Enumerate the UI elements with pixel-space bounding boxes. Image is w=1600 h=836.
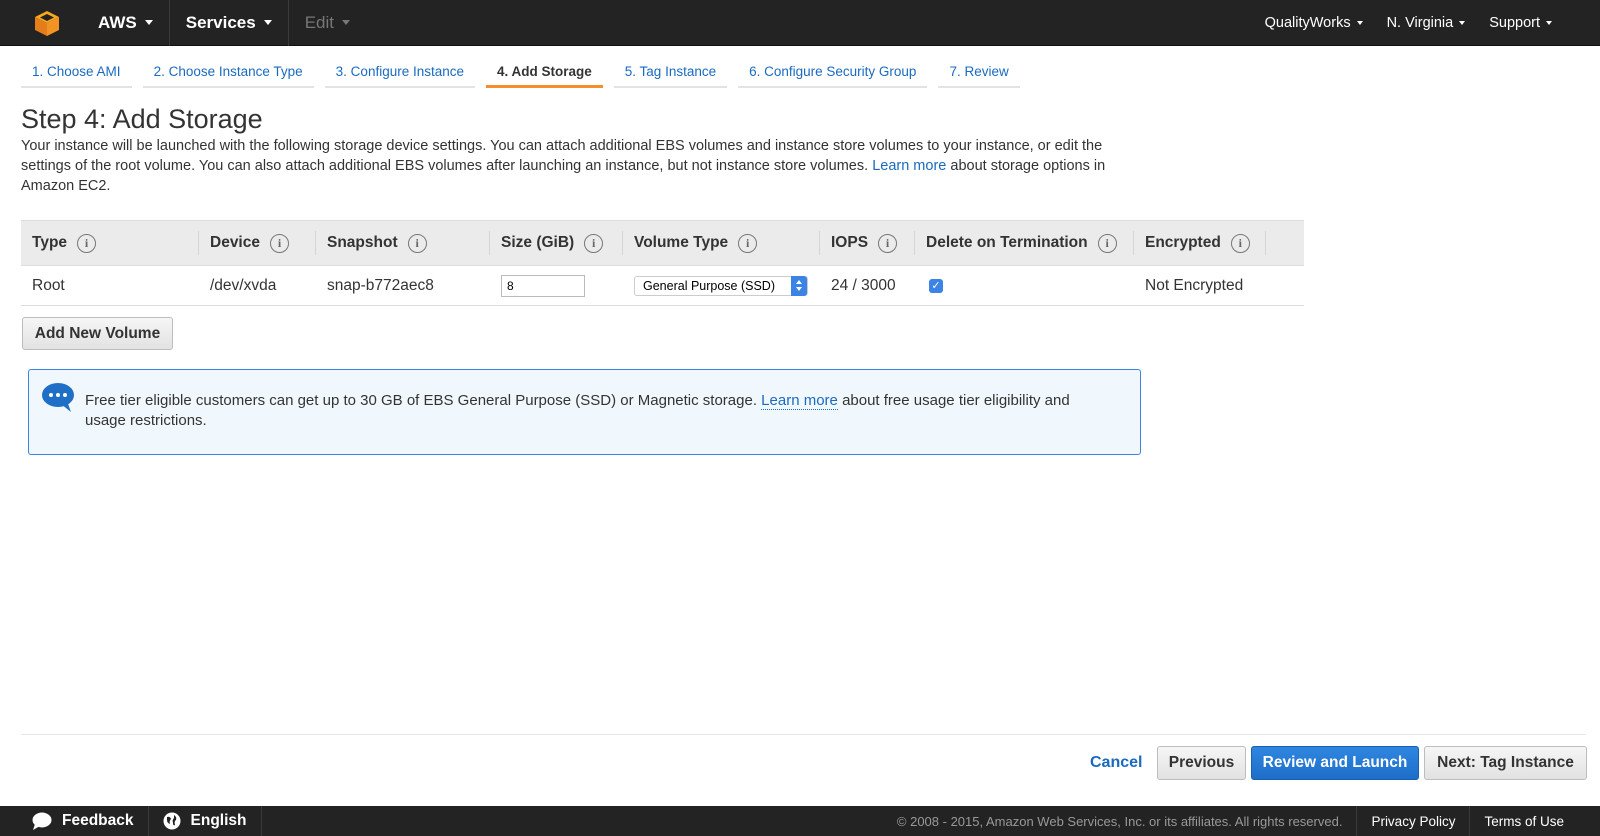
copyright-text: © 2008 - 2015, Amazon Web Services, Inc.… xyxy=(896,813,1343,829)
cell-device: /dev/xvda xyxy=(210,276,277,294)
header-iops-label: IOPS xyxy=(831,234,869,251)
header-delete-on-termination: Delete on Termination i xyxy=(915,231,1134,255)
cancel-button[interactable]: Cancel xyxy=(1090,754,1142,772)
header-type: Type i xyxy=(21,231,199,255)
support-menu[interactable]: Support xyxy=(1477,15,1564,31)
step-configure-security-group[interactable]: 6. Configure Security Group xyxy=(738,60,928,88)
header-size: Size (GiB) i xyxy=(490,231,623,255)
volume-type-select[interactable]: General Purpose (SSD) xyxy=(634,275,808,296)
step-configure-instance[interactable]: 3. Configure Instance xyxy=(324,60,476,88)
language-label: English xyxy=(190,812,247,829)
support-menu-label: Support xyxy=(1489,14,1540,31)
speech-bubble-icon xyxy=(32,812,52,830)
step-choose-ami[interactable]: 1. Choose AMI xyxy=(21,60,132,88)
aws-menu-label: AWS xyxy=(98,12,137,32)
terms-of-use-link[interactable]: Terms of Use xyxy=(1469,806,1600,836)
info-icon[interactable]: i xyxy=(1230,233,1250,253)
add-new-volume-button[interactable]: Add New Volume xyxy=(22,317,173,350)
region-menu-label: N. Virginia xyxy=(1386,14,1454,31)
page-title: Step 4: Add Storage xyxy=(21,104,263,134)
header-snapshot: Snapshot i xyxy=(316,231,490,255)
chevron-down-icon xyxy=(1459,20,1466,25)
aws-menu[interactable]: AWS xyxy=(94,0,169,46)
header-type-label: Type xyxy=(32,234,68,251)
notice-text: Free tier eligible customers can get up … xyxy=(85,391,1095,431)
edit-menu[interactable]: Edit xyxy=(287,0,366,46)
chevron-down-icon xyxy=(263,20,272,25)
feedback-button[interactable]: Feedback xyxy=(0,806,149,836)
previous-button[interactable]: Previous xyxy=(1157,746,1246,780)
info-icon[interactable]: i xyxy=(77,233,97,253)
delete-on-termination-checkbox[interactable]: ✓ xyxy=(929,278,943,293)
learn-more-link[interactable]: Learn more xyxy=(872,158,946,174)
table-header: Type i Device i Snapshot i Size (GiB) i Volu… xyxy=(21,220,1304,266)
page-description: Your instance will be launched with the … xyxy=(21,136,1141,196)
privacy-policy-link[interactable]: Privacy Policy xyxy=(1356,806,1469,836)
cell-snapshot: snap-b772aec8 xyxy=(327,276,434,294)
account-menu-label: QualityWorks xyxy=(1264,14,1351,31)
table-row: Root /dev/xvda snap-b772aec8 General Pur… xyxy=(21,266,1304,306)
header-device: Device i xyxy=(199,231,316,255)
free-tier-notice: Free tier eligible customers can get up … xyxy=(28,369,1141,455)
header-encrypted-label: Encrypted xyxy=(1145,234,1221,251)
select-arrows-icon xyxy=(791,275,807,296)
storage-table: Type i Device i Snapshot i Size (GiB) i Volu… xyxy=(21,220,1304,306)
info-icon[interactable]: i xyxy=(584,233,604,253)
info-icon[interactable]: i xyxy=(269,233,289,253)
actions-divider xyxy=(21,734,1586,735)
chevron-down-icon xyxy=(144,20,153,25)
language-selector[interactable]: English xyxy=(149,806,262,836)
notice-text-start: Free tier eligible customers can get up … xyxy=(85,392,757,409)
info-icon[interactable]: i xyxy=(738,233,758,253)
info-icon[interactable]: i xyxy=(407,233,427,253)
volume-type-selected: General Purpose (SSD) xyxy=(643,278,776,293)
account-controls: QualityWorks N. Virginia Support xyxy=(1253,15,1600,31)
step-add-storage[interactable]: 4. Add Storage xyxy=(486,60,603,88)
header-snapshot-label: Snapshot xyxy=(327,234,398,251)
cell-encrypted: Not Encrypted xyxy=(1145,276,1244,294)
cell-type: Root xyxy=(32,276,65,294)
edit-menu-label: Edit xyxy=(304,12,334,32)
notice-learn-more-link[interactable]: Learn more xyxy=(761,392,838,410)
account-menu[interactable]: QualityWorks xyxy=(1253,15,1375,31)
chevron-down-icon xyxy=(1546,20,1552,25)
step-tag-instance[interactable]: 5. Tag Instance xyxy=(613,60,728,88)
header-device-label: Device xyxy=(210,234,260,251)
next-tag-instance-button[interactable]: Next: Tag Instance xyxy=(1424,746,1587,780)
header-encrypted: Encrypted i xyxy=(1134,231,1266,255)
cell-size xyxy=(490,274,623,297)
chevron-down-icon xyxy=(341,20,350,25)
header-volume-type-label: Volume Type xyxy=(634,234,729,251)
review-and-launch-button[interactable]: Review and Launch xyxy=(1251,746,1419,780)
step-review[interactable]: 7. Review xyxy=(938,60,1020,88)
feedback-label: Feedback xyxy=(62,812,134,829)
step-choose-instance-type[interactable]: 2. Choose Instance Type xyxy=(142,60,314,88)
top-navigation-bar: AWS Services Edit QualityWorks N. Virgin… xyxy=(0,0,1600,46)
services-menu-label: Services xyxy=(185,12,256,32)
header-size-label: Size (GiB) xyxy=(501,234,575,251)
chevron-down-icon xyxy=(1356,20,1363,25)
region-menu[interactable]: N. Virginia xyxy=(1375,15,1478,31)
size-input[interactable] xyxy=(501,274,585,297)
globe-icon xyxy=(163,812,181,830)
cell-volume-type: General Purpose (SSD) xyxy=(623,275,820,296)
info-icon[interactable]: i xyxy=(878,233,898,253)
services-menu[interactable]: Services xyxy=(168,0,288,46)
chat-bubble-icon xyxy=(41,382,75,419)
header-iops: IOPS i xyxy=(820,231,915,255)
header-volume-type: Volume Type i xyxy=(623,231,820,255)
cell-iops: 24 / 3000 xyxy=(831,276,896,294)
aws-cube-icon[interactable] xyxy=(0,0,94,46)
header-delete-label: Delete on Termination xyxy=(926,234,1088,251)
wizard-steps: 1. Choose AMI 2. Choose Instance Type 3.… xyxy=(21,60,1031,88)
footer-bar: Feedback English © 2008 - 2015, Amazon W… xyxy=(0,806,1600,836)
info-icon[interactable]: i xyxy=(1097,233,1117,253)
cell-delete-on-termination: ✓ xyxy=(915,278,1134,293)
